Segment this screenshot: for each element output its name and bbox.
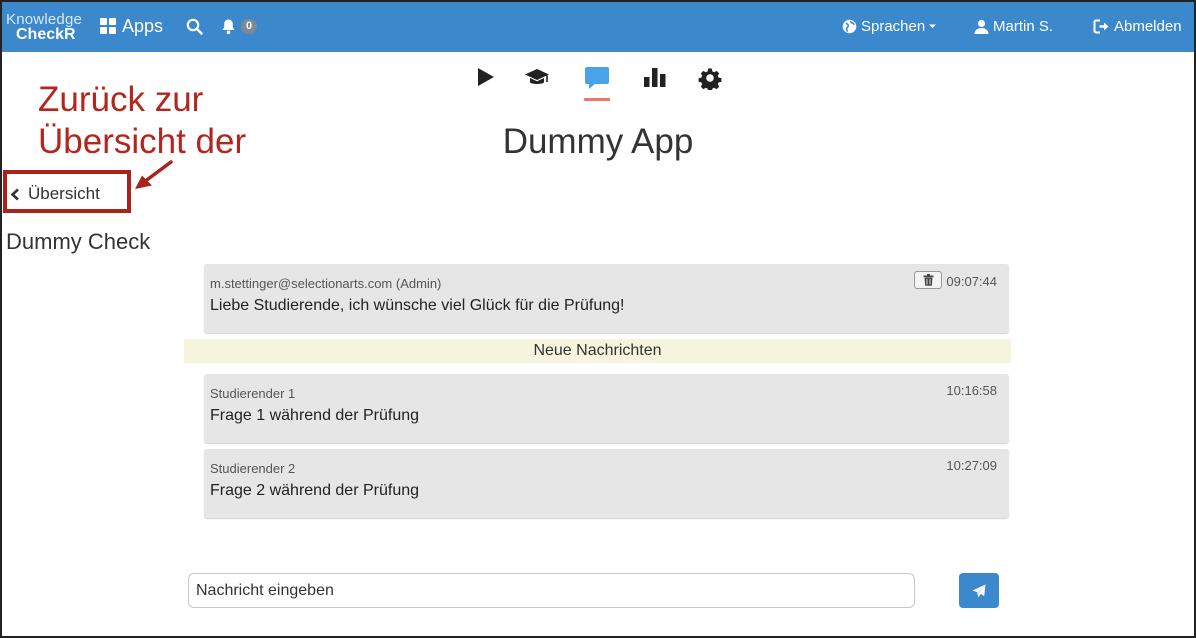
chat-icon [585, 67, 609, 89]
gear-icon [698, 68, 722, 90]
language-label: Sprachen [861, 17, 926, 35]
chat-message: Studierender 1 Frage 1 während der Prüfu… [204, 374, 1009, 443]
message-text: Frage 2 während der Prüfung [210, 482, 420, 499]
tab-statistics[interactable] [641, 66, 669, 96]
bell-icon [222, 19, 235, 34]
check-title: Dummy Check [6, 229, 151, 254]
apps-label: Apps [122, 15, 164, 36]
bar-chart-icon [644, 68, 666, 87]
brand-line1: Knowledge [6, 11, 83, 28]
play-icon [478, 68, 494, 86]
tab-run[interactable] [471, 66, 499, 96]
message-time: 10:16:58 [946, 383, 997, 398]
tab-chat[interactable] [583, 66, 611, 101]
tab-settings[interactable] [696, 66, 724, 96]
message-input[interactable] [188, 573, 915, 608]
apps-menu[interactable]: Apps [100, 0, 163, 52]
message-time: 09:07:44 [946, 274, 997, 289]
language-dropdown[interactable]: Sprachen [842, 0, 937, 52]
message-author: Studierender 1 [210, 386, 296, 401]
brand-logo[interactable]: Knowledge CheckR [6, 12, 82, 43]
message-text: Frage 1 während der Prüfung [210, 407, 420, 424]
send-message-button[interactable] [959, 573, 999, 608]
message-author: m.stettinger@selectionarts.com (Admin) [210, 276, 442, 291]
annotation-arrow-icon [135, 160, 173, 189]
app-toolbar [471, 66, 731, 102]
logout-button[interactable]: Abmelden [1093, 0, 1182, 52]
top-navbar: Knowledge CheckR Apps 0 Sprachen Martin … [0, 0, 1196, 52]
logout-label: Abmelden [1114, 17, 1182, 35]
chevron-left-icon [10, 188, 19, 200]
new-messages-divider: Neue Nachrichten [184, 339, 1011, 363]
chat-message: Studierender 2 Frage 2 während der Prüfu… [204, 449, 1009, 518]
delete-message-button[interactable] [914, 271, 942, 289]
user-label: Martin S. [993, 17, 1054, 35]
chat-message: m.stettinger@selectionarts.com (Admin) L… [204, 264, 1009, 333]
caret-down-icon [929, 24, 937, 28]
message-time: 10:27:09 [946, 458, 997, 473]
annotation-line2: Übersicht der [38, 122, 247, 161]
apps-grid-icon [100, 18, 116, 34]
search-icon [186, 18, 203, 35]
user-icon [974, 19, 989, 34]
annotation-line1: Zurück zur [38, 80, 204, 119]
tab-learn[interactable] [523, 66, 551, 96]
logout-icon [1093, 19, 1109, 33]
paper-plane-icon [972, 584, 986, 597]
user-menu[interactable]: Martin S. [974, 0, 1053, 52]
message-text: Liebe Studierende, ich wünsche viel Glüc… [210, 297, 625, 314]
notifications-button[interactable]: 0 [221, 0, 258, 52]
back-link-label: Übersicht [28, 184, 100, 203]
graduation-cap-icon [525, 69, 549, 84]
trash-icon [923, 274, 933, 286]
back-to-overview-link[interactable]: Übersicht [10, 184, 100, 204]
brand-line2: CheckR [16, 26, 76, 43]
search-button[interactable] [186, 0, 207, 52]
message-author: Studierender 2 [210, 461, 296, 476]
globe-icon [842, 19, 857, 33]
notification-badge: 0 [241, 18, 258, 34]
annotation-text: Zurück zur Übersicht der [38, 79, 246, 163]
